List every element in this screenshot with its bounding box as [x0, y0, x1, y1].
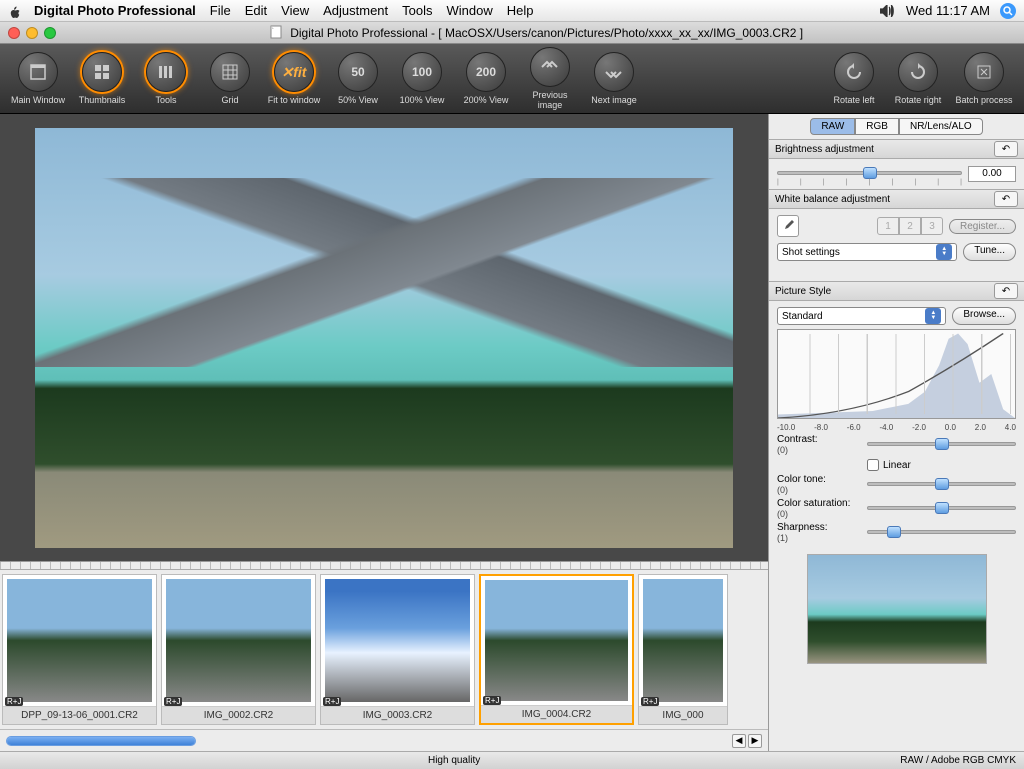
menu-adjustment[interactable]: Adjustment	[323, 3, 388, 18]
browse-button[interactable]: Browse...	[952, 307, 1016, 325]
picstyle-reset-button[interactable]: ↶	[994, 283, 1018, 299]
window-title: Digital Photo Professional - [ MacOSX/Us…	[56, 25, 1016, 40]
wb-reset-button[interactable]: ↶	[994, 191, 1018, 207]
linear-checkbox[interactable]	[867, 459, 879, 471]
menu-file[interactable]: File	[210, 3, 231, 18]
view-200-button[interactable]: 200200% View	[458, 52, 514, 105]
preview-thumbnail	[807, 554, 987, 664]
view-50-button[interactable]: 5050% View	[330, 52, 386, 105]
register-button[interactable]: Register...	[949, 219, 1016, 234]
grid-button[interactable]: Grid	[202, 52, 258, 105]
histogram[interactable]	[777, 329, 1016, 419]
title-path: [ MacOSX/Users/canon/Pictures/Photo/xxxx…	[438, 26, 803, 40]
filmstrip-ruler	[0, 562, 768, 570]
thumbnail[interactable]: R+JDPP_09-13-06_0001.CR2	[2, 574, 157, 725]
linear-label: Linear	[883, 460, 911, 471]
sharpness-slider[interactable]	[867, 524, 1016, 542]
clock[interactable]: Wed 11:17 AM	[906, 3, 990, 18]
minimize-button[interactable]	[26, 27, 38, 39]
eyedropper-button[interactable]	[777, 215, 799, 237]
thumbnails-button[interactable]: Thumbnails	[74, 52, 130, 105]
title-text: Digital Photo Professional -	[290, 26, 438, 40]
menu-help[interactable]: Help	[507, 3, 534, 18]
brightness-header: Brightness adjustment ↶	[769, 139, 1024, 159]
picstyle-label: Picture Style	[775, 286, 831, 297]
tone-label: Color tone:	[777, 474, 826, 485]
menu-edit[interactable]: Edit	[245, 3, 267, 18]
rotate-left-button[interactable]: Rotate left	[826, 52, 882, 105]
brightness-label: Brightness adjustment	[775, 144, 874, 155]
thumbnail[interactable]: R+JIMG_000	[638, 574, 728, 725]
brightness-slider[interactable]: |||||||||	[777, 165, 962, 183]
picstyle-select[interactable]: Standard ▲▼	[777, 307, 946, 325]
close-button[interactable]	[8, 27, 20, 39]
tune-button[interactable]: Tune...	[963, 243, 1016, 261]
contrast-label: Contrast:	[777, 434, 818, 445]
progress-bar	[6, 736, 196, 746]
macos-menubar: Digital Photo Professional File Edit Vie…	[0, 0, 1024, 22]
filmstrip: R+JDPP_09-13-06_0001.CR2 R+JIMG_0002.CR2…	[0, 561, 768, 751]
main-image	[35, 128, 733, 548]
tab-nr[interactable]: NR/Lens/ALO	[899, 118, 983, 135]
saturation-label: Color saturation:	[777, 498, 850, 509]
brightness-reset-button[interactable]: ↶	[994, 141, 1018, 157]
thumbnail[interactable]: R+JIMG_0003.CR2	[320, 574, 475, 725]
status-right: RAW / Adobe RGB CMYK	[900, 755, 1016, 766]
main-window-button[interactable]: Main Window	[10, 52, 66, 105]
volume-icon[interactable]	[880, 5, 896, 17]
thumbnail[interactable]: R+JIMG_0002.CR2	[161, 574, 316, 725]
status-bar: High quality RAW / Adobe RGB CMYK	[0, 751, 1024, 769]
fit-window-button[interactable]: ✕fitFit to window	[266, 52, 322, 105]
traffic-lights	[8, 27, 56, 39]
menu-view[interactable]: View	[281, 3, 309, 18]
wb-header: White balance adjustment ↶	[769, 189, 1024, 209]
tone-slider[interactable]	[867, 476, 1016, 494]
batch-process-button[interactable]: Batch process	[954, 52, 1014, 105]
brightness-value[interactable]: 0.00	[968, 166, 1016, 182]
saturation-slider[interactable]	[867, 500, 1016, 518]
document-icon	[269, 25, 283, 39]
menu-tools[interactable]: Tools	[402, 3, 432, 18]
app-name[interactable]: Digital Photo Professional	[34, 3, 196, 18]
apple-icon[interactable]	[8, 4, 22, 18]
thumbnail-selected[interactable]: R+JIMG_0004.CR2	[479, 574, 634, 725]
sharpness-label: Sharpness:	[777, 522, 828, 533]
tools-button[interactable]: Tools	[138, 52, 194, 105]
image-viewer[interactable]	[0, 114, 768, 561]
filmstrip-scroll[interactable]: ◀▶	[732, 734, 762, 748]
zoom-button[interactable]	[44, 27, 56, 39]
adjustment-panel: RAW RGB NR/Lens/ALO Brightness adjustmen…	[768, 114, 1024, 751]
previous-image-button[interactable]: Previous image	[522, 47, 578, 110]
panel-tabs: RAW RGB NR/Lens/ALO	[769, 118, 1024, 135]
wb-preset-buttons[interactable]: 123	[877, 217, 943, 235]
wb-label: White balance adjustment	[775, 194, 890, 205]
histogram-axis: -10.0-8.0-6.0-4.0-2.00.02.04.0	[777, 423, 1016, 432]
menu-window[interactable]: Window	[447, 3, 493, 18]
status-center: High quality	[8, 755, 900, 766]
toolbar: Main Window Thumbnails Tools Grid ✕fitFi…	[0, 44, 1024, 114]
wb-select[interactable]: Shot settings ▲▼	[777, 243, 957, 261]
tab-rgb[interactable]: RGB	[855, 118, 899, 135]
view-100-button[interactable]: 100100% View	[394, 52, 450, 105]
next-image-button[interactable]: Next image	[586, 52, 642, 105]
picstyle-header: Picture Style ↶	[769, 281, 1024, 301]
rotate-right-button[interactable]: Rotate right	[890, 52, 946, 105]
tab-raw[interactable]: RAW	[810, 118, 855, 135]
window-titlebar: Digital Photo Professional - [ MacOSX/Us…	[0, 22, 1024, 44]
spotlight-icon[interactable]	[1000, 3, 1016, 19]
contrast-slider[interactable]	[867, 436, 1016, 454]
